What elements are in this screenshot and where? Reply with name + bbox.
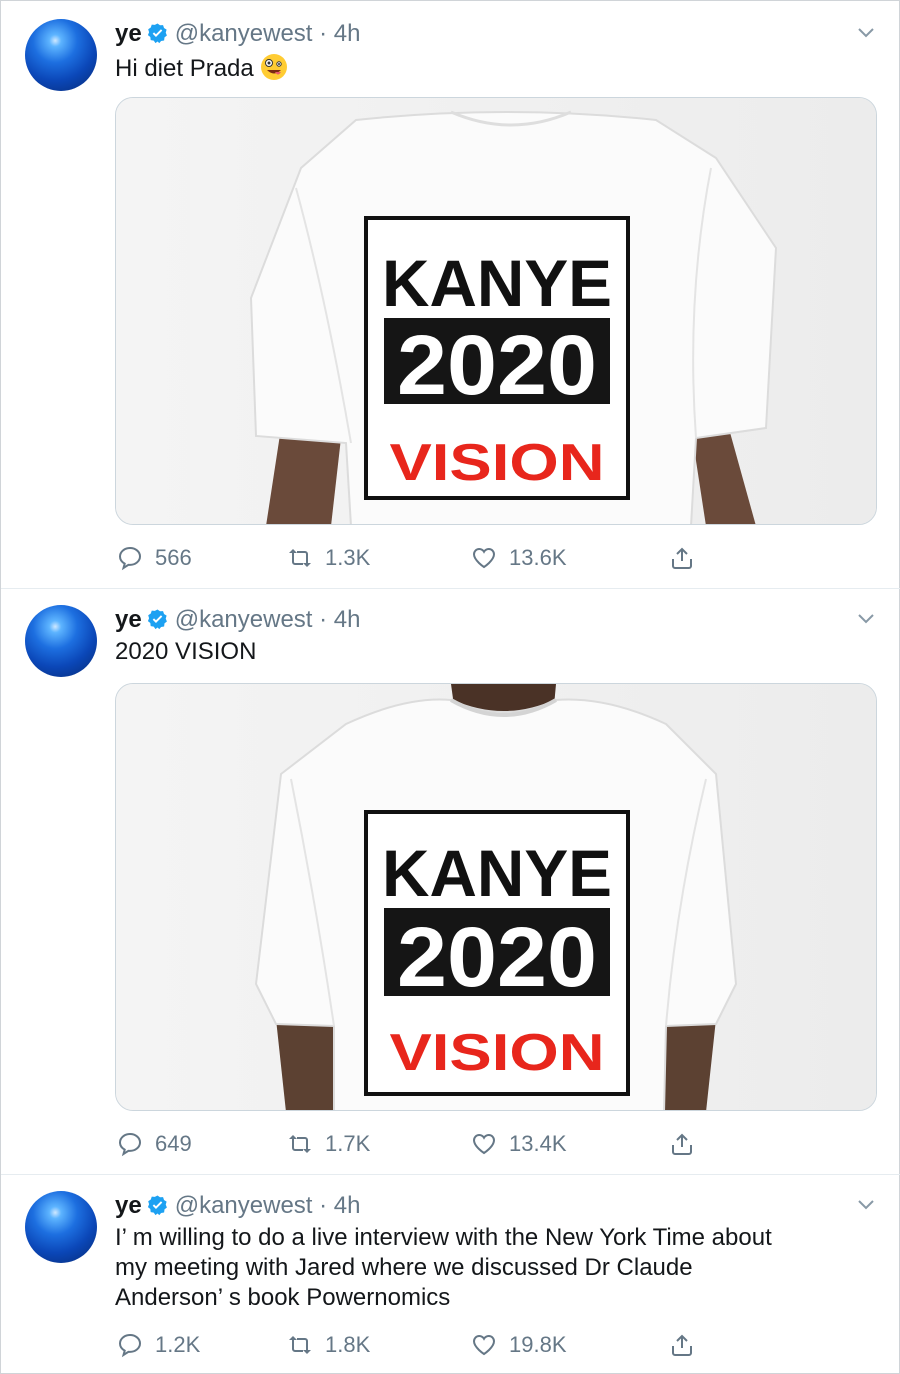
tweet-feed: ye @kanyewest · 4h Hi diet Prada KANYE 2… (0, 0, 900, 1374)
share-icon (672, 547, 692, 569)
verified-badge-icon (147, 609, 167, 630)
verified-badge-icon (147, 23, 167, 44)
display-name[interactable]: ye (115, 20, 142, 47)
tweet-3[interactable]: ye @kanyewest · 4h I’ m willing to do a l… (1, 1175, 900, 1374)
heart-icon (472, 1334, 496, 1356)
tweet-image[interactable]: KANYE 2020 VISION (115, 97, 877, 525)
chevron-down-icon[interactable] (857, 1199, 875, 1211)
reply-icon (118, 1333, 142, 1358)
handle-and-time[interactable]: @kanyewest · 4h (175, 1192, 361, 1219)
tweet-header: ye @kanyewest · 4h (115, 1191, 360, 1221)
retweet-button[interactable]: 1.3K (287, 541, 370, 575)
print-vision: VISION (390, 434, 605, 492)
reply-icon (118, 1132, 142, 1157)
tweet-text-line: my meeting with Jared where we discussed… (115, 1254, 693, 1281)
handle-and-time[interactable]: @kanyewest · 4h (175, 606, 361, 633)
retweet-icon (289, 549, 311, 567)
display-name[interactable]: ye (115, 606, 142, 633)
tweet-1[interactable]: ye @kanyewest · 4h Hi diet Prada KANYE 2… (1, 1, 900, 589)
tweet-actions: 649 1.7K 13.4K (115, 1127, 715, 1161)
chevron-down-icon[interactable] (857, 613, 875, 625)
reply-icon (118, 546, 142, 571)
avatar[interactable] (25, 1191, 97, 1263)
share-button[interactable] (669, 1328, 707, 1362)
avatar[interactable] (25, 605, 97, 677)
share-icon (672, 1334, 692, 1356)
tweet-header: ye @kanyewest · 4h (115, 19, 360, 49)
zany-face-emoji-icon (260, 54, 287, 80)
tweet-text: 2020 VISION (115, 638, 257, 665)
tweet-2[interactable]: ye @kanyewest · 4h 2020 VISION KANYE 202… (1, 589, 900, 1175)
retweet-icon (289, 1135, 311, 1153)
tweet-header: ye @kanyewest · 4h (115, 605, 360, 635)
chevron-down-icon[interactable] (857, 27, 875, 39)
print-vision: VISION (390, 1024, 605, 1082)
print-kanye: KANYE (382, 836, 612, 910)
tweet-actions: 1.2K 1.8K 19.8K (115, 1328, 715, 1362)
share-button[interactable] (669, 1127, 707, 1161)
display-name[interactable]: ye (115, 1192, 142, 1219)
handle-and-time[interactable]: @kanyewest · 4h (175, 20, 361, 47)
like-button[interactable]: 13.4K (471, 1127, 567, 1161)
like-button[interactable]: 19.8K (471, 1328, 567, 1362)
tweet-text-line: I’ m willing to do a live interview with… (115, 1224, 772, 1251)
verified-badge-icon (147, 1195, 167, 1216)
retweet-button[interactable]: 1.7K (287, 1127, 370, 1161)
share-icon (672, 1133, 692, 1155)
share-button[interactable] (669, 541, 707, 575)
print-2020: 2020 (397, 910, 597, 1004)
tweet-text: I’ m willing to do a live interview with… (115, 1223, 875, 1313)
reply-button[interactable]: 649 (117, 1127, 192, 1161)
retweet-icon (289, 1336, 311, 1354)
retweet-button[interactable]: 1.8K (287, 1328, 370, 1362)
reply-button[interactable]: 1.2K (117, 1328, 200, 1362)
avatar[interactable] (25, 19, 97, 91)
tweet-image[interactable]: KANYE 2020 VISION (115, 683, 877, 1111)
print-kanye: KANYE (382, 246, 612, 320)
heart-icon (472, 547, 496, 569)
print-2020: 2020 (397, 318, 597, 412)
heart-icon (472, 1133, 496, 1155)
reply-button[interactable]: 566 (117, 541, 192, 575)
tweet-text: Hi diet Prada (115, 53, 288, 84)
tweet-actions: 566 1.3K 13.6K (115, 541, 715, 575)
like-button[interactable]: 13.6K (471, 541, 567, 575)
tweet-text-line: Anderson’ s book Powernomics (115, 1284, 451, 1311)
